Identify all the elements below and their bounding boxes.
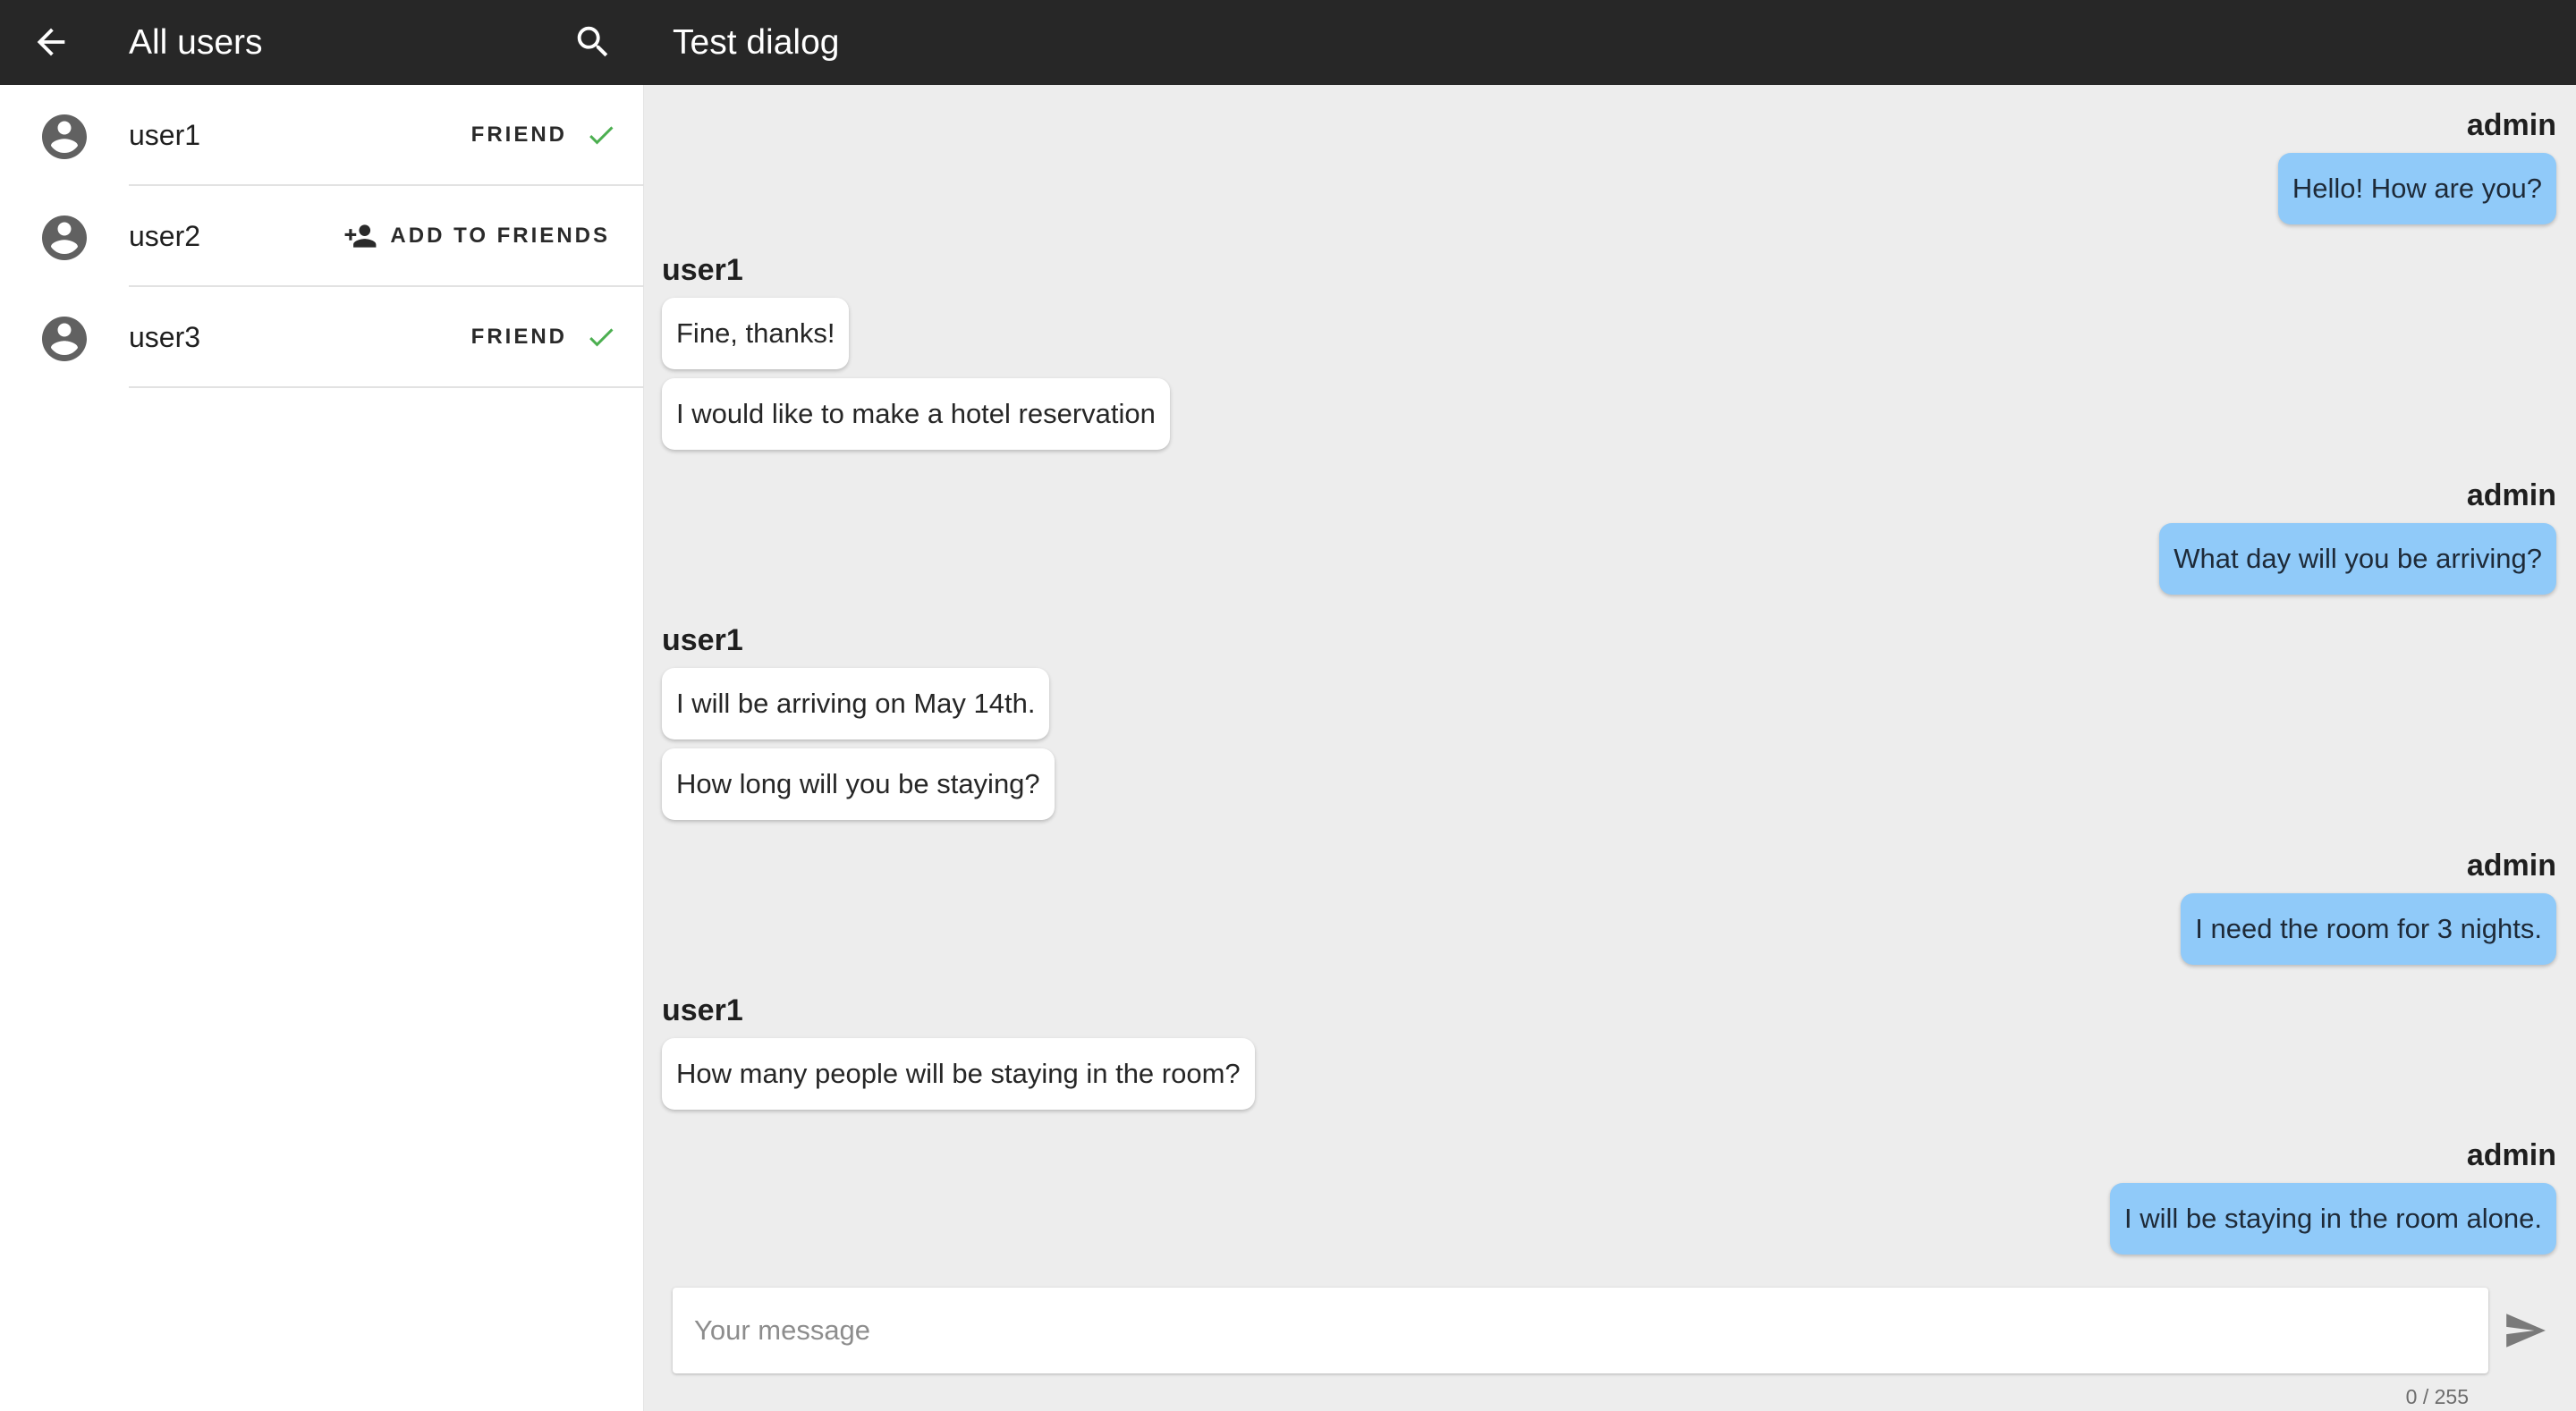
account-circle-icon <box>38 211 91 265</box>
account-circle-icon <box>38 312 91 366</box>
message-bubble-incoming[interactable]: I will be arriving on May 14th. <box>662 668 1050 739</box>
friend-status-label: FRIEND <box>470 123 567 147</box>
message-bubble-incoming[interactable]: How many people will be staying in the r… <box>662 1038 1255 1110</box>
sender-name-incoming: user1 <box>662 623 743 657</box>
message-bubble-incoming[interactable]: Fine, thanks! <box>662 298 850 369</box>
user-list-item[interactable]: user1 FRIEND <box>0 85 644 186</box>
users-panel-title: All users <box>129 23 263 62</box>
search-button[interactable] <box>572 21 614 63</box>
sender-name-incoming: user1 <box>662 253 743 287</box>
user-name: user1 <box>129 119 201 151</box>
sender-name-outgoing: admin <box>2466 1138 2556 1172</box>
account-circle-icon <box>38 110 91 164</box>
user-list-item[interactable]: user2 ADD TO FRIENDS <box>0 186 644 287</box>
check-icon <box>585 119 617 151</box>
arrow-left-icon <box>37 28 65 56</box>
user-name: user3 <box>129 321 201 353</box>
dialog-title: Test dialog <box>673 23 840 62</box>
add-to-friends-label: ADD TO FRIENDS <box>390 224 610 248</box>
search-icon <box>577 26 608 57</box>
user-name: user2 <box>129 220 201 252</box>
friend-status-label: FRIEND <box>470 325 567 349</box>
sender-name-outgoing: admin <box>2466 108 2556 142</box>
friend-status: FRIEND <box>471 319 617 355</box>
sender-name-outgoing: admin <box>2466 478 2556 512</box>
message-bubble-incoming[interactable]: I would like to make a hotel reservation <box>662 378 1170 450</box>
character-counter: 0 / 255 <box>2405 1385 2469 1408</box>
message-bubble-outgoing[interactable]: What day will you be arriving? <box>2159 523 2556 595</box>
user-list-item[interactable]: user3 FRIEND <box>0 287 644 388</box>
send-icon <box>2506 1314 2546 1348</box>
person-add-icon <box>343 219 377 253</box>
message-bubble-outgoing[interactable]: I will be staying in the room alone. <box>2110 1183 2556 1255</box>
user-list: user1 FRIEND user2 ADD TO FRIENDS user3 FRIEN… <box>0 85 644 1411</box>
sender-name-incoming: user1 <box>662 993 743 1027</box>
message-input[interactable] <box>673 1288 2488 1373</box>
message-bubble-outgoing[interactable]: Hello! How are you? <box>2277 153 2556 224</box>
app-bar: All users Test dialog <box>0 0 2576 85</box>
message-bubble-outgoing[interactable]: I need the room for 3 nights. <box>2181 893 2556 965</box>
back-button[interactable] <box>30 21 72 63</box>
friend-status: FRIEND <box>471 117 617 153</box>
add-to-friends-button[interactable]: ADD TO FRIENDS <box>338 215 615 258</box>
divider <box>129 386 644 388</box>
check-icon <box>585 321 617 353</box>
sender-name-outgoing: admin <box>2466 849 2556 883</box>
message-list[interactable]: admin Hello! How are you? user1 Fine, thank… <box>644 85 2576 1274</box>
message-bubble-incoming[interactable]: How long will you be staying? <box>662 748 1055 820</box>
send-button[interactable] <box>2503 1308 2547 1353</box>
message-composer: 0 / 255 <box>644 1274 2576 1411</box>
